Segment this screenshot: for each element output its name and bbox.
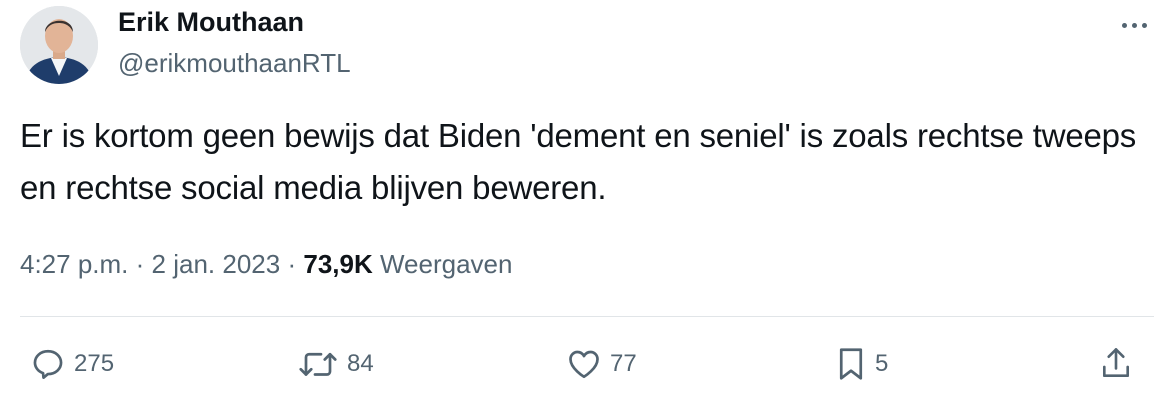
meta-separator: · xyxy=(287,249,297,279)
heart-icon xyxy=(566,346,602,382)
bookmark-button[interactable]: 5 xyxy=(835,342,888,386)
tweet-text: Er is kortom geen bewijs dat Biden 'deme… xyxy=(20,117,1137,206)
like-count: 77 xyxy=(610,350,637,377)
like-button[interactable]: 77 xyxy=(566,342,637,386)
bookmark-count: 5 xyxy=(875,350,889,377)
share-button[interactable] xyxy=(1098,342,1134,386)
retweet-icon xyxy=(297,346,339,382)
views-count[interactable]: 73,9K xyxy=(303,249,372,279)
tweet-time[interactable]: 4:27 p.m. xyxy=(20,249,128,279)
share-icon xyxy=(1098,345,1134,383)
author-name[interactable]: Erik Mouthaan xyxy=(118,4,304,40)
author-handle[interactable]: @erikmouthaanRTL xyxy=(118,46,351,80)
retweet-button[interactable]: 84 xyxy=(297,342,374,386)
bookmark-icon xyxy=(835,346,867,382)
divider xyxy=(20,316,1154,317)
tweet-meta: 4:27 p.m. · 2 jan. 2023 · 73,9K Weergave… xyxy=(20,244,512,284)
meta-separator: · xyxy=(135,249,145,279)
reply-count: 275 xyxy=(74,350,115,377)
reply-button[interactable]: 275 xyxy=(30,342,114,386)
more-options-icon[interactable] xyxy=(1114,10,1154,40)
tweet-date[interactable]: 2 jan. 2023 xyxy=(152,249,281,279)
reply-icon xyxy=(30,346,66,382)
retweet-count: 84 xyxy=(347,350,374,377)
tweet-card: Erik Mouthaan @erikmouthaanRTL Er is kor… xyxy=(0,0,1174,406)
avatar[interactable] xyxy=(20,6,98,84)
views-label[interactable]: Weergaven xyxy=(380,249,513,279)
